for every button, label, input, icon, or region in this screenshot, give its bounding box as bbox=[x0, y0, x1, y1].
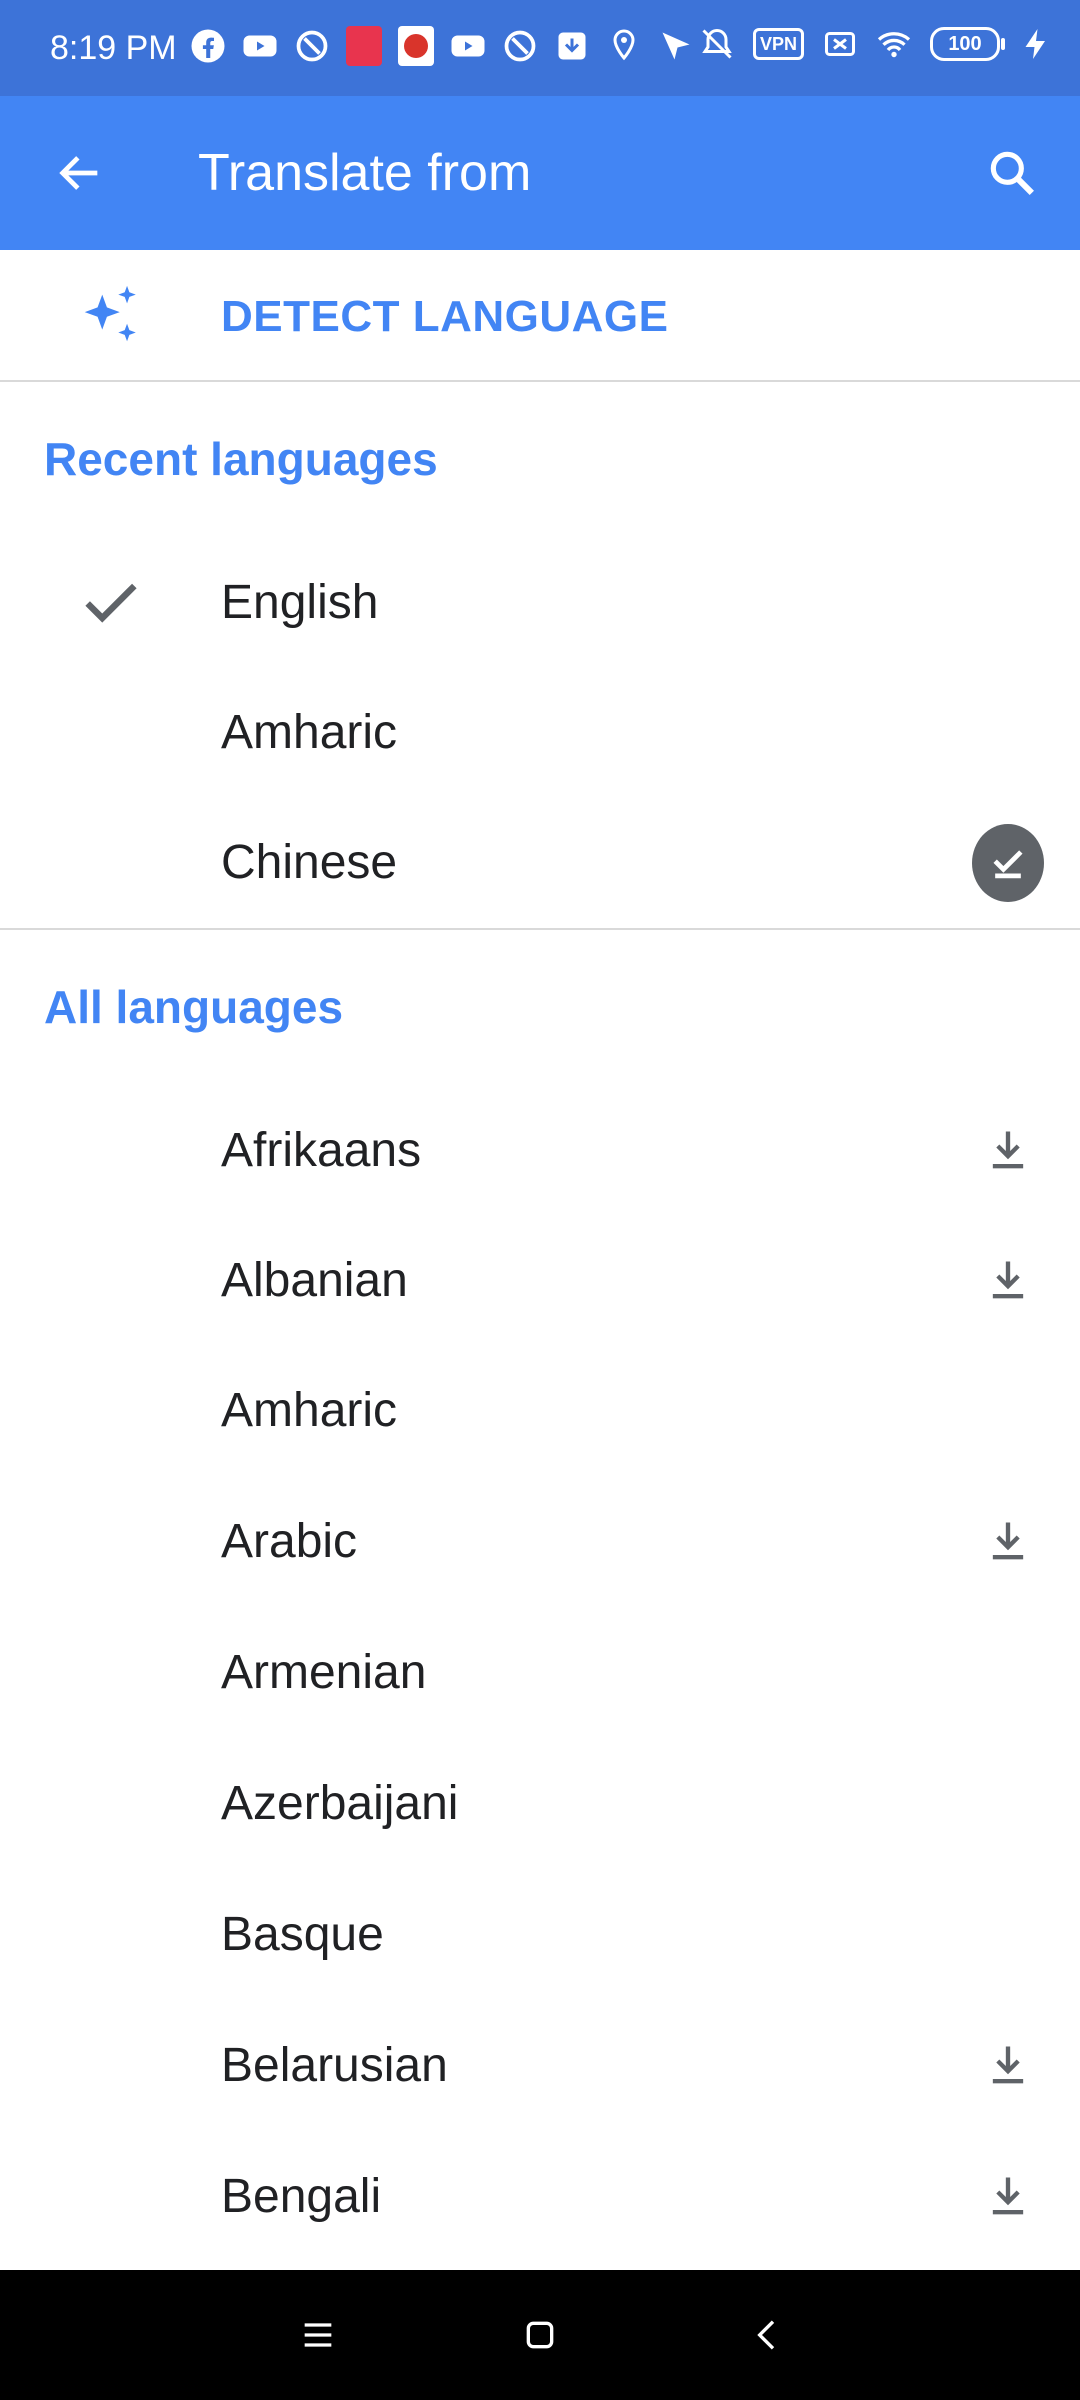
language-label: Basque bbox=[221, 1908, 384, 1961]
page-title: Translate from bbox=[198, 144, 532, 202]
download-icon bbox=[992, 2046, 1024, 2084]
menu-icon bbox=[304, 2323, 332, 2347]
recent-language-amharic[interactable]: Amharic bbox=[0, 667, 1080, 797]
language-label: Belarusian bbox=[221, 2039, 448, 2092]
download-icon bbox=[992, 2177, 1024, 2215]
detect-language-row[interactable]: DETECT LANGUAGE bbox=[0, 250, 1080, 380]
language-basque[interactable]: Basque bbox=[0, 1869, 1080, 1999]
language-label: Arabic bbox=[221, 1515, 358, 1568]
divider bbox=[0, 928, 1080, 930]
arrow-back-icon bbox=[59, 156, 98, 190]
divider bbox=[0, 380, 1080, 382]
nav-back-button[interactable] bbox=[738, 2305, 798, 2365]
language-armenian[interactable]: Armenian bbox=[0, 1607, 1080, 1737]
app-bar: Translate from bbox=[0, 96, 1080, 250]
charging-icon bbox=[1018, 26, 1054, 62]
sim-off-icon bbox=[822, 26, 858, 62]
app-icon bbox=[502, 28, 538, 64]
language-amharic[interactable]: Amharic bbox=[0, 1345, 1080, 1475]
download-button[interactable] bbox=[972, 1115, 1044, 1187]
app-badge-red bbox=[346, 26, 382, 66]
language-label: Azerbaijani bbox=[221, 1777, 459, 1830]
language-label: Afrikaans bbox=[221, 1124, 422, 1177]
facebook-icon bbox=[190, 28, 226, 64]
language-label: Amharic bbox=[221, 1384, 398, 1437]
home-button[interactable] bbox=[510, 2305, 570, 2365]
back-button[interactable] bbox=[40, 133, 120, 213]
language-azerbaijani[interactable]: Azerbaijani bbox=[0, 1738, 1080, 1868]
status-bar: 8:19 PM VPN 100 bbox=[0, 0, 1080, 96]
language-bengali[interactable]: Bengali bbox=[0, 2131, 1080, 2261]
download-button[interactable] bbox=[972, 2161, 1044, 2233]
recent-language-english[interactable]: English bbox=[0, 537, 1080, 667]
language-afrikaans[interactable]: Afrikaans bbox=[0, 1085, 1080, 1215]
send-icon bbox=[658, 28, 694, 64]
wifi-icon bbox=[876, 26, 912, 62]
recent-language-chinese[interactable]: Chinese bbox=[0, 797, 1080, 927]
download-icon bbox=[992, 1261, 1024, 1299]
download-button[interactable] bbox=[972, 1506, 1044, 1578]
check-icon bbox=[85, 583, 137, 623]
sparkle-icon bbox=[84, 285, 136, 342]
bell-off-icon bbox=[699, 26, 735, 62]
menu-button[interactable] bbox=[288, 2305, 348, 2365]
recent-languages-header: Recent languages bbox=[44, 433, 438, 485]
battery-icon: 100 bbox=[930, 27, 1005, 61]
offline-downloaded-badge[interactable] bbox=[972, 824, 1044, 902]
download-icon bbox=[992, 1522, 1024, 1560]
location-icon bbox=[606, 28, 642, 64]
language-label: Bengali bbox=[221, 2170, 382, 2223]
download-icon bbox=[992, 1131, 1024, 1169]
app-icon bbox=[294, 28, 330, 64]
system-nav-bar bbox=[0, 2270, 1080, 2400]
downloaded-check-icon bbox=[972, 824, 1044, 902]
app-badge-red-2 bbox=[398, 26, 434, 66]
system-icons: VPN 100 bbox=[699, 26, 1054, 62]
language-arabic[interactable]: Arabic bbox=[0, 1476, 1080, 1606]
home-icon bbox=[526, 2321, 554, 2349]
download-button[interactable] bbox=[972, 1245, 1044, 1317]
language-label: Armenian bbox=[221, 1646, 427, 1699]
download-button[interactable] bbox=[972, 2030, 1044, 2102]
language-label: English bbox=[221, 576, 379, 629]
notification-icons bbox=[190, 26, 694, 66]
language-label: Chinese bbox=[221, 836, 398, 889]
search-button[interactable] bbox=[972, 133, 1052, 213]
vpn-icon: VPN bbox=[752, 28, 804, 60]
status-time: 8:19 PM bbox=[50, 29, 177, 67]
youtube-icon bbox=[242, 28, 278, 64]
language-label: Amharic bbox=[221, 706, 398, 759]
language-label: Albanian bbox=[221, 1254, 408, 1307]
search-icon bbox=[990, 151, 1034, 195]
detect-language-label: DETECT LANGUAGE bbox=[221, 292, 669, 341]
youtube-icon bbox=[450, 28, 486, 64]
language-belarusian[interactable]: Belarusian bbox=[0, 2000, 1080, 2130]
language-albanian[interactable]: Albanian bbox=[0, 1215, 1080, 1345]
back-icon bbox=[757, 2320, 775, 2350]
all-languages-header: All languages bbox=[44, 981, 344, 1033]
download-icon bbox=[554, 28, 590, 64]
